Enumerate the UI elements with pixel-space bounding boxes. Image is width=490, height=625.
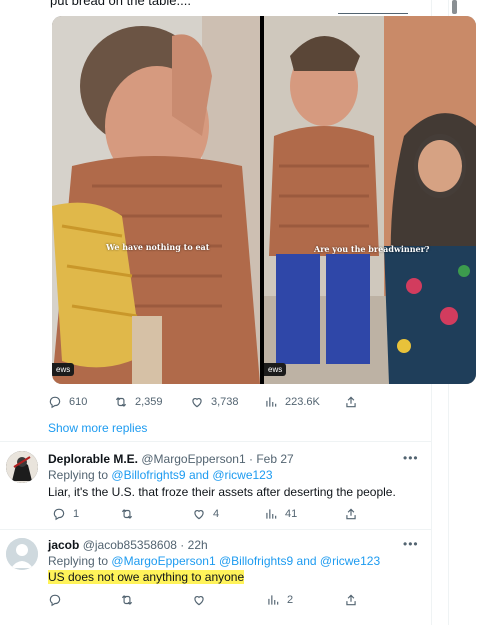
replying-to-label: Replying to [48, 554, 109, 568]
views-button[interactable]: 41 [264, 507, 297, 521]
like-count: 3,738 [211, 396, 239, 408]
retweet-icon [121, 595, 133, 605]
reply-icon [49, 594, 61, 607]
share-icon [346, 396, 356, 408]
reply-actions: 2 [48, 592, 368, 608]
mention-link[interactable]: @ricwe123 [212, 468, 272, 482]
timestamp[interactable]: 22h [188, 538, 208, 552]
channel-badge-left: ews [52, 363, 75, 376]
heart-icon [194, 510, 204, 520]
media-image-right[interactable]: Are you the breadwinner? ews [264, 16, 476, 384]
reply-button[interactable]: 610 [48, 395, 87, 409]
reply-icon [53, 508, 65, 521]
handle[interactable]: @MargoEpperson1 [141, 452, 245, 466]
views-icon [266, 509, 277, 519]
share-button[interactable] [344, 593, 358, 607]
views-button[interactable]: 2 [266, 593, 293, 607]
reply-tweet[interactable]: jacob @jacob85358608 · 22h ••• Replying … [0, 530, 432, 625]
reply-tweet[interactable]: Deplorable M.E. @MargoEpperson1 · Feb 27… [0, 442, 432, 532]
share-icon [346, 508, 356, 520]
like-button[interactable]: 4 [192, 507, 219, 521]
show-more-replies-link[interactable]: Show more replies [48, 421, 147, 435]
share-button[interactable] [344, 507, 358, 521]
views-icon [268, 595, 279, 605]
avatar-image [6, 451, 38, 483]
retweet-button[interactable] [120, 507, 141, 521]
like-count: 4 [213, 508, 220, 520]
more-options-icon[interactable]: ••• [403, 537, 419, 551]
heart-icon [194, 596, 204, 606]
reply-count: 610 [69, 396, 88, 408]
heart-icon [192, 398, 202, 408]
handle[interactable]: @jacob85358608 [83, 538, 177, 552]
reply-header: Deplorable M.E. @MargoEpperson1 · Feb 27 [48, 452, 294, 466]
more-options-icon[interactable]: ••• [403, 451, 419, 465]
retweet-count: 2,359 [135, 396, 163, 408]
reply-button[interactable]: 1 [52, 507, 79, 521]
separator-dot: · [180, 538, 185, 552]
mention-link[interactable]: @Billofrights9 [219, 554, 293, 568]
tweet-media[interactable]: We have nothing to eat ews Are you the b… [52, 16, 476, 384]
like-button[interactable]: 3,738 [190, 395, 239, 409]
reply-button[interactable] [48, 593, 69, 607]
mention-joiner: and [296, 554, 317, 568]
display-name[interactable]: jacob [48, 538, 79, 552]
retweet-button[interactable] [120, 593, 141, 607]
replying-to-label: Replying to [48, 468, 109, 482]
children-illustration [264, 16, 476, 384]
retweet-icon [121, 509, 133, 519]
like-button[interactable] [192, 593, 213, 607]
views-icon [266, 397, 277, 407]
share-button[interactable] [344, 395, 358, 409]
video-caption-left: We have nothing to eat [106, 242, 210, 252]
retweet-icon [115, 397, 127, 407]
share-icon [346, 594, 356, 606]
video-caption-right: Are you the breadwinner? [314, 244, 430, 254]
avatar[interactable] [6, 451, 38, 483]
reply-text: US does not owe anything to anyone [48, 570, 245, 584]
mention-link[interactable]: @Billofrights9 [111, 468, 185, 482]
separator-dot: · [248, 452, 253, 466]
timestamp[interactable]: Feb 27 [256, 452, 293, 466]
replying-to-line: Replying to @Billofrights9 and @ricwe123 [48, 468, 273, 482]
tweet-text-tail: put bread on the table.... [50, 0, 191, 8]
views-button[interactable]: 223.6K [264, 395, 320, 409]
boy-crying-illustration [52, 16, 260, 384]
view-count: 2 [287, 594, 294, 606]
avatar[interactable] [6, 538, 38, 570]
highlighted-text: US does not owe anything to anyone [48, 570, 245, 584]
reply-icon [49, 396, 61, 409]
media-image-left[interactable]: We have nothing to eat ews [52, 16, 260, 384]
view-count: 223.6K [285, 396, 320, 408]
retweet-button[interactable]: 2,359 [114, 395, 163, 409]
reply-count: 1 [73, 508, 80, 520]
view-count: 41 [285, 508, 298, 520]
channel-badge-right: ews [264, 363, 287, 376]
scrollbar-thumb[interactable] [452, 0, 457, 14]
link-underline [338, 13, 408, 14]
mention-link[interactable]: @MargoEpperson1 [111, 554, 215, 568]
mention-link[interactable]: @ricwe123 [320, 554, 380, 568]
replying-to-line: Replying to @MargoEpperson1 @Billofright… [48, 554, 380, 568]
reply-text: Liar, it's the U.S. that froze their ass… [48, 485, 396, 499]
display-name[interactable]: Deplorable M.E. [48, 452, 138, 466]
default-avatar-icon [6, 538, 38, 570]
reply-header: jacob @jacob85358608 · 22h [48, 538, 208, 552]
mention-joiner: and [188, 468, 209, 482]
reply-actions: 1 4 41 [52, 506, 372, 522]
